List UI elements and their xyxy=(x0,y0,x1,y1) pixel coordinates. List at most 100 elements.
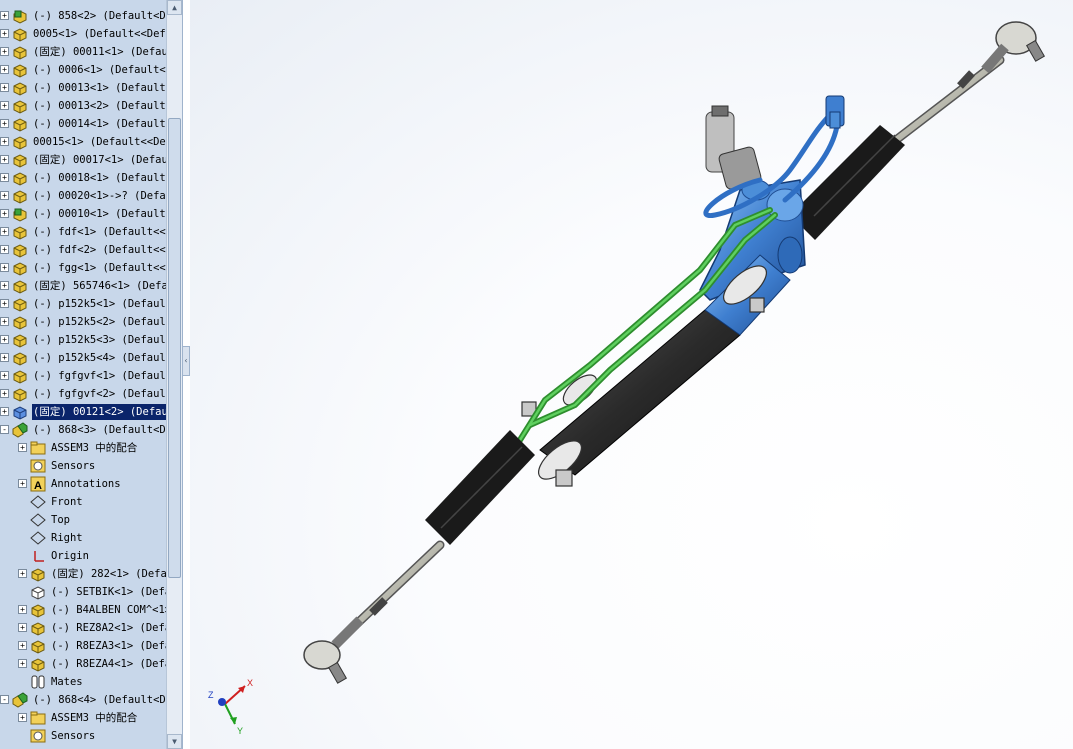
tree-item[interactable]: + (固定) 00017<1> (Defau xyxy=(0,151,166,169)
expand-toggle[interactable]: + xyxy=(0,407,9,416)
triad-y-label: Y xyxy=(237,726,243,736)
tree-item[interactable]: + (-) p152k5<1> (Default xyxy=(0,295,166,313)
part-yellow-icon xyxy=(30,638,46,654)
tree-item-label: 00015<1> (Default<<Def xyxy=(33,136,166,148)
left-boot xyxy=(425,430,535,545)
tree-item[interactable]: + (-) 858<2> (Default<Di xyxy=(0,7,166,25)
expand-toggle[interactable]: + xyxy=(18,641,27,650)
part-yellow-icon xyxy=(12,224,28,240)
expand-toggle[interactable]: + xyxy=(0,353,9,362)
tree-item-label: (-) p152k5<1> (Default xyxy=(33,298,166,310)
expand-toggle[interactable]: + xyxy=(18,569,27,578)
expand-toggle[interactable]: + xyxy=(0,137,9,146)
expand-toggle[interactable]: + xyxy=(18,713,27,722)
tree-item[interactable]: Origin xyxy=(0,547,166,565)
tree-item[interactable]: + (-) B4ALBEN COM^<1> xyxy=(0,601,166,619)
collapse-toggle[interactable]: - xyxy=(0,425,9,434)
expand-toggle[interactable]: + xyxy=(0,209,9,218)
assembly-icon xyxy=(12,692,28,708)
tree-item[interactable]: + (-) fdf<1> (Default<<D xyxy=(0,223,166,241)
tree-item[interactable]: + (-) fgfgvf<2> (Default xyxy=(0,385,166,403)
tree-item[interactable]: + (-) fdf<2> (Default<<D xyxy=(0,241,166,259)
expand-toggle[interactable]: + xyxy=(0,155,9,164)
tree-item[interactable]: + ASSEM3 中的配合 xyxy=(0,439,166,457)
expand-toggle[interactable]: + xyxy=(0,335,9,344)
expand-toggle[interactable]: + xyxy=(0,317,9,326)
tree-item[interactable]: + (-) p152k5<2> (Default xyxy=(0,313,166,331)
tree-item[interactable]: + (固定) 00121<2> (Defau xyxy=(0,403,166,421)
expand-toggle[interactable]: + xyxy=(18,605,27,614)
tree-item[interactable]: Sensors xyxy=(0,457,166,475)
tree-item[interactable]: + (-) p152k5<3> (Default xyxy=(0,331,166,349)
tree-item[interactable]: + (-) 00018<1> (Default< xyxy=(0,169,166,187)
expand-toggle[interactable]: + xyxy=(0,119,9,128)
part-yellow-icon xyxy=(12,260,28,276)
expand-toggle[interactable]: + xyxy=(0,191,9,200)
scroll-thumb[interactable] xyxy=(168,118,181,578)
graphics-viewport[interactable]: X Y Z xyxy=(190,0,1073,749)
tree-item[interactable]: + (-) fgfgvf<1> (Default xyxy=(0,367,166,385)
expand-toggle[interactable]: + xyxy=(0,47,9,56)
expand-toggle[interactable]: + xyxy=(0,245,9,254)
expand-toggle[interactable]: + xyxy=(0,65,9,74)
expand-toggle[interactable]: + xyxy=(0,101,9,110)
plane-icon xyxy=(30,512,46,528)
tree-item[interactable]: Top xyxy=(0,511,166,529)
tree-item[interactable]: + (-) REZ8A2<1> (Defa xyxy=(0,619,166,637)
tree-item[interactable]: + (-) R8EZA3<1> (Defa xyxy=(0,637,166,655)
tree-item[interactable]: +0005<1> (Default<<Defa xyxy=(0,25,166,43)
expand-toggle[interactable]: + xyxy=(18,659,27,668)
tree-item[interactable]: + (-) 0006<1> (Default<< xyxy=(0,61,166,79)
tree-item[interactable]: Front xyxy=(0,493,166,511)
tree-item[interactable]: + (固定) 282<1> (Defa xyxy=(0,565,166,583)
expand-toggle[interactable]: + xyxy=(0,227,9,236)
part-yellow-icon xyxy=(12,368,28,384)
expand-toggle[interactable]: + xyxy=(18,479,27,488)
tree-item[interactable]: Sensors xyxy=(0,727,166,745)
collapse-toggle[interactable]: - xyxy=(0,695,9,704)
expand-toggle[interactable]: + xyxy=(0,173,9,182)
tree-item[interactable]: - (-) 868<4> (Default<Di xyxy=(0,691,166,709)
tree-item[interactable]: + (固定) 00011<1> (Defau xyxy=(0,43,166,61)
tree-item-label: Top xyxy=(51,514,70,526)
tree-item-label: (-) B4ALBEN COM^<1> xyxy=(51,604,166,616)
tree-item[interactable]: Right xyxy=(0,529,166,547)
mates-folder-icon xyxy=(30,710,46,726)
expand-toggle[interactable]: + xyxy=(18,443,27,452)
steering-rack-model[interactable] xyxy=(190,0,1073,749)
tree-item[interactable]: + (-) 00013<1> (Default< xyxy=(0,79,166,97)
tree-item[interactable]: - (-) 868<3> (Default<Di xyxy=(0,421,166,439)
part-yellow-icon xyxy=(12,314,28,330)
tree-item[interactable]: + (-) 00010<1> (Default< xyxy=(0,205,166,223)
tree-item[interactable]: + (-) p152k5<4> (Default xyxy=(0,349,166,367)
sensor-icon xyxy=(30,728,46,744)
tree-item-label: (-) fdf<2> (Default<<D xyxy=(33,244,166,256)
scroll-down-button[interactable]: ▼ xyxy=(167,734,182,749)
scroll-up-button[interactable]: ▲ xyxy=(167,0,182,15)
tree-item[interactable]: + (-) 00020<1>->? (Defau xyxy=(0,187,166,205)
tree-item[interactable]: + (-) R8EZA4<1> (Defa xyxy=(0,655,166,673)
panel-splitter-handle[interactable]: ‹ xyxy=(182,346,190,376)
expand-toggle[interactable]: + xyxy=(0,11,9,20)
expand-toggle[interactable]: + xyxy=(18,623,27,632)
tree-scrollbar[interactable]: ▲ ▼ xyxy=(166,0,182,749)
tree-item[interactable]: Mates xyxy=(0,673,166,691)
tree-item[interactable]: +00015<1> (Default<<Def xyxy=(0,133,166,151)
annotation-icon: A xyxy=(30,476,46,492)
tree-item[interactable]: + (-) fgg<1> (Default<<D xyxy=(0,259,166,277)
tree-item[interactable]: + (固定) 565746<1> (Defa xyxy=(0,277,166,295)
tree-item[interactable]: + (-) 00014<1> (Default< xyxy=(0,115,166,133)
expand-toggle[interactable]: + xyxy=(0,29,9,38)
expand-toggle[interactable]: + xyxy=(0,371,9,380)
tree-item[interactable]: + ASSEM3 中的配合 xyxy=(0,709,166,727)
tree-item[interactable]: (-) SETBIK<1> (Defa xyxy=(0,583,166,601)
tree-item[interactable]: + (-) 00013<2> (Default< xyxy=(0,97,166,115)
expand-toggle[interactable]: + xyxy=(0,263,9,272)
expand-toggle[interactable]: + xyxy=(0,389,9,398)
part-yellow-icon xyxy=(12,44,28,60)
tree-item[interactable]: + A Annotations xyxy=(0,475,166,493)
expand-toggle[interactable]: + xyxy=(0,281,9,290)
expand-toggle[interactable]: + xyxy=(0,83,9,92)
expand-toggle[interactable]: + xyxy=(0,299,9,308)
tree-item-label: (-) R8EZA4<1> (Defa xyxy=(51,658,166,670)
